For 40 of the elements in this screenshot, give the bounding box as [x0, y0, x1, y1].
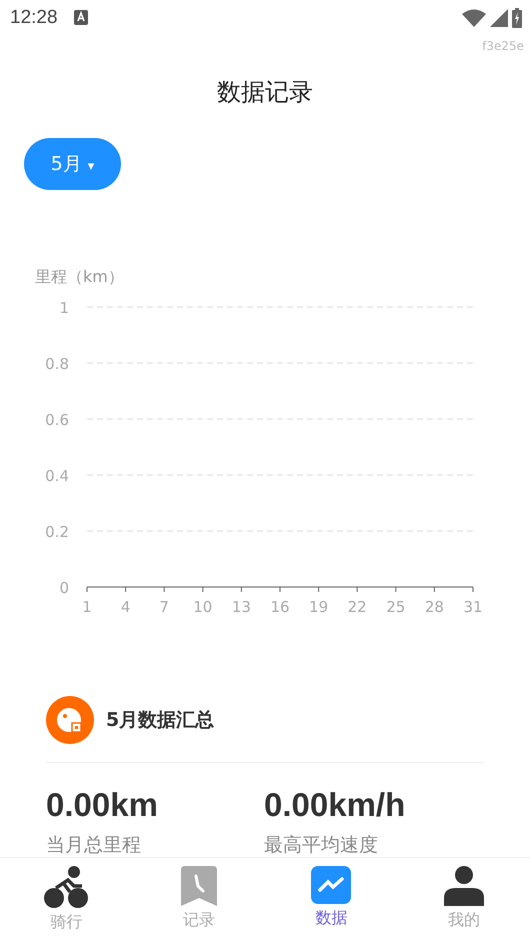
axis-label: 7: [159, 598, 169, 616]
summary-title: 5月数据汇总: [106, 708, 214, 733]
stat-label: 当月总里程: [46, 832, 142, 857]
signal-icon: [490, 9, 508, 27]
axis-label: 4: [120, 598, 130, 616]
battery-icon: [512, 8, 522, 28]
axis-label: 0.8: [45, 355, 69, 373]
debug-text: f3e25e: [482, 38, 524, 55]
axis-label: 25: [386, 598, 406, 616]
axis-label: 0.2: [45, 523, 69, 541]
clock-time: 12:28: [10, 6, 58, 30]
axis-label: 1: [82, 598, 92, 616]
summary-icon: [46, 696, 94, 744]
axis-label: 22: [348, 598, 367, 616]
tab-item[interactable]: 骑行: [0, 858, 132, 942]
clock-tag-icon: [180, 866, 217, 906]
axis-label: 13: [232, 598, 251, 616]
wifi-icon: [462, 9, 486, 27]
stat-label: 最高平均速度: [264, 832, 379, 857]
stat-value: 0.00km/h: [264, 785, 406, 825]
axis-title: 里程（km）: [35, 267, 124, 286]
keyboard-icon: [74, 10, 88, 25]
axis-label: 16: [270, 598, 290, 616]
axis-label: 1: [59, 299, 69, 317]
axis-label: 0: [59, 579, 69, 597]
tab-item[interactable]: 我的: [398, 858, 530, 942]
axis-label: 0.4: [45, 467, 69, 485]
person-icon: [444, 866, 484, 906]
tab-item[interactable]: 数据: [265, 858, 398, 942]
stat-value: 0.00km: [46, 785, 159, 825]
tab-item[interactable]: 记录: [132, 858, 265, 942]
month-dropdown[interactable]: 5月 ▾: [24, 138, 121, 190]
axis-label: 19: [309, 598, 328, 616]
page-title: 数据记录: [216, 77, 314, 108]
axis-label: 10: [193, 598, 212, 616]
axis-label: 28: [424, 598, 444, 616]
axis-label: 31: [463, 598, 483, 616]
axis-label: 0.6: [45, 411, 69, 429]
chart-icon: [311, 866, 352, 904]
cyclist-icon: [44, 866, 88, 908]
